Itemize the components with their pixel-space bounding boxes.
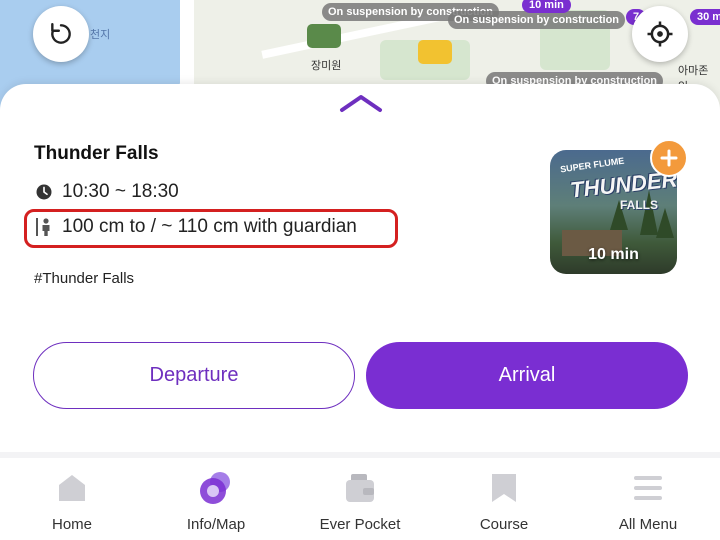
- hours-row: 10:30 ~ 18:30: [34, 181, 179, 203]
- wallet-icon: [343, 468, 377, 508]
- nav-item-home[interactable]: Home: [0, 458, 144, 540]
- nav-label: All Menu: [618, 516, 678, 533]
- map-label-rose-garden: 장미원: [311, 60, 342, 72]
- refresh-icon: [51, 23, 71, 44]
- collapse-chevron-icon[interactable]: [338, 92, 384, 114]
- clock-icon: [34, 183, 54, 201]
- departure-button[interactable]: Departure: [33, 342, 355, 409]
- thumbnail-wait-time: 10 min: [588, 246, 639, 263]
- crosshair-icon: [647, 21, 673, 47]
- wait-time-pill[interactable]: 30 m: [690, 9, 720, 25]
- nav-item-all-menu[interactable]: All Menu: [576, 458, 720, 540]
- highlight-box: [24, 209, 398, 248]
- info-map-icon: [196, 468, 236, 508]
- thumbnail-logo-sub: FALLS: [620, 198, 658, 212]
- bottom-navigation: Home Info/Map Ever Pocket Course All Men…: [0, 458, 720, 540]
- nav-item-ever-pocket[interactable]: Ever Pocket: [288, 458, 432, 540]
- nav-label: Course: [479, 516, 529, 533]
- nav-label: Home: [51, 516, 92, 533]
- nav-item-course[interactable]: Course: [432, 458, 576, 540]
- nav-item-info-map[interactable]: Info/Map: [144, 458, 288, 540]
- add-favorite-button[interactable]: [650, 139, 688, 177]
- suspension-badge[interactable]: On suspension by construction: [448, 11, 626, 29]
- nav-label: Ever Pocket: [319, 516, 401, 533]
- nav-label: Info/Map: [186, 516, 246, 533]
- rose-garden-poi-icon[interactable]: [307, 24, 341, 48]
- refresh-button[interactable]: [33, 6, 89, 62]
- wait-time-pill[interactable]: 10 min: [522, 0, 571, 13]
- home-icon: [55, 468, 89, 508]
- thumbnail-tree: [656, 208, 674, 238]
- my-location-button[interactable]: [632, 6, 688, 62]
- attraction-title: Thunder Falls: [34, 143, 159, 164]
- plus-icon: [660, 149, 678, 167]
- hamburger-menu-icon: [632, 468, 664, 508]
- bookmark-icon: [489, 468, 519, 508]
- attraction-poi-icon[interactable]: [418, 40, 452, 64]
- operating-hours: 10:30 ~ 18:30: [62, 181, 179, 202]
- attraction-hashtag[interactable]: #Thunder Falls: [34, 270, 134, 287]
- arrival-button[interactable]: Arrival: [366, 342, 688, 409]
- thumbnail-logo-small: SUPER FLUME: [559, 155, 625, 175]
- map-label-lake: 천지: [90, 29, 111, 41]
